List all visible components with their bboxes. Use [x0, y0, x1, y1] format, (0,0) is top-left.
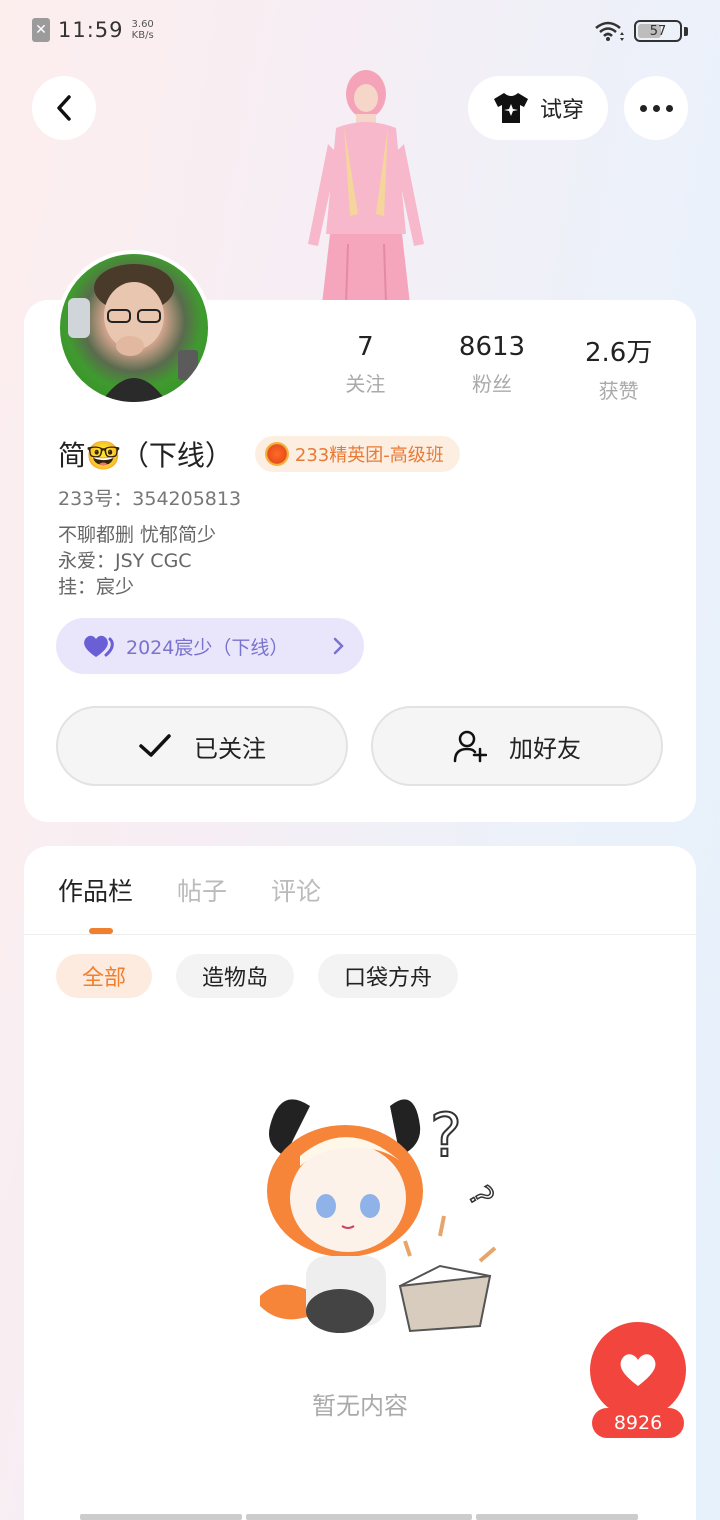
stat-followers[interactable]: 8613 粉丝: [429, 332, 556, 404]
heart-icon: [620, 1354, 656, 1386]
relationship-tag-label: 2024宸少（下线）: [126, 636, 289, 659]
3d-avatar-figure: [308, 70, 424, 304]
more-dots-icon: [639, 104, 673, 112]
battery-icon: 57: [634, 20, 682, 42]
try-on-button[interactable]: 试穿: [468, 76, 608, 140]
status-bar: ✕ 11:59 3.60 KB/s 57: [0, 0, 720, 64]
tab-posts[interactable]: 帖子: [177, 872, 227, 908]
relationship-tag[interactable]: 2024宸少（下线）: [56, 618, 364, 674]
user-name: 简🤓（下线）: [58, 439, 233, 472]
works-tabs: 作品栏 帖子 评论: [58, 872, 321, 908]
add-user-icon: [453, 730, 487, 763]
followed-button[interactable]: 已关注: [56, 706, 348, 786]
divider: [24, 934, 696, 935]
medal-icon: [264, 442, 289, 466]
user-id: 233号：354205813: [58, 488, 242, 510]
user-avatar[interactable]: [56, 250, 212, 406]
badge-label: 233精英团-高级班: [294, 445, 444, 466]
chevron-right-icon: [333, 637, 344, 655]
tab-comments[interactable]: 评论: [271, 872, 321, 908]
more-button[interactable]: [624, 76, 688, 140]
stats-row: 7 关注 8613 粉丝 2.6万 获赞: [302, 332, 682, 404]
filter-all[interactable]: 全部: [56, 954, 153, 998]
tshirt-icon: [493, 93, 528, 123]
try-on-label: 试穿: [539, 98, 584, 123]
tab-works[interactable]: 作品栏: [58, 872, 133, 908]
add-friend-button[interactable]: 加好友: [371, 706, 663, 786]
double-heart-icon: [84, 635, 114, 657]
chevron-left-icon: [57, 95, 71, 121]
check-icon: [139, 734, 171, 757]
svg-text:?: ?: [430, 1101, 462, 1171]
filter-creation-island[interactable]: 造物岛: [176, 954, 295, 998]
like-button[interactable]: [590, 1322, 686, 1418]
filter-chips: 全部 造物岛 口袋方舟: [56, 954, 459, 998]
stat-following[interactable]: 7 关注: [302, 332, 429, 404]
network-speed: 3.60 KB/s: [131, 19, 154, 41]
filter-pocket-ark[interactable]: 口袋方舟: [318, 954, 459, 998]
name-row: 简🤓（下线） 233精英团-高级班: [58, 434, 460, 474]
no-sim-icon: ✕: [32, 18, 50, 42]
wifi-icon: [595, 21, 624, 41]
back-button[interactable]: [32, 76, 96, 140]
user-bio: 不聊都删 忧郁简少 永爱：JSY CGC 挂：宸少: [58, 524, 217, 598]
clock: 11:59: [58, 18, 124, 42]
stat-likes[interactable]: 2.6万 获赞: [555, 332, 682, 404]
svg-text:?: ?: [460, 1179, 501, 1213]
empty-state-illustration: ? ?: [260, 1099, 503, 1333]
like-count: 8926: [592, 1408, 684, 1438]
bottom-scroll-indicator: [80, 1514, 638, 1520]
group-badge[interactable]: 233精英团-高级班: [254, 436, 460, 472]
